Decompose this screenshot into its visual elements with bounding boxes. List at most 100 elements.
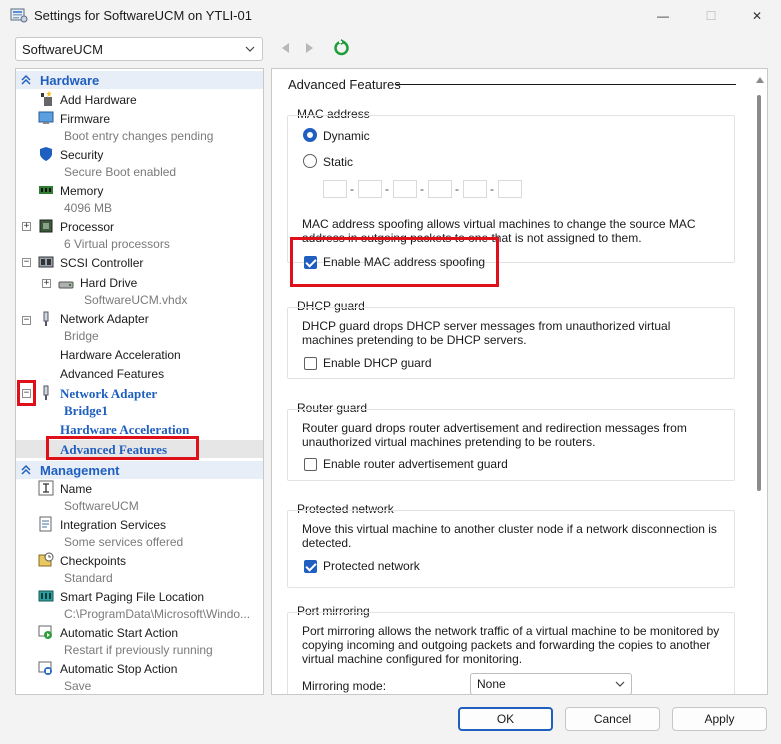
management-category[interactable]: Management [16,461,263,479]
processor-icon [39,219,53,233]
dynamic-radio-label: Dynamic [323,129,370,143]
sidebar-item-hardware-acceleration[interactable]: Hardware Acceleration [60,348,181,362]
network-adapter-2-icon [43,385,49,400]
memory-size: 4096 MB [64,201,113,215]
scsi-controller-icon [38,256,54,268]
sidebar-item-hard-drive[interactable]: Hard Drive [80,276,137,290]
mac-octet-1[interactable] [323,180,347,198]
sidebar-item-firmware[interactable]: Firmware [60,112,110,126]
settings-tree: Hardware Add Hardware Firmware Boot entr… [15,68,264,695]
sidebar-item-security[interactable]: Security [60,148,103,162]
security-status: Secure Boot enabled [64,165,177,179]
hard-drive-file: SoftwareUCM.vhdx [84,293,188,307]
protected-network-description: Move this virtual machine to another clu… [302,522,717,550]
ok-button[interactable]: OK [458,707,553,731]
mac-octet-2[interactable] [358,180,382,198]
dhcp-guard-description: DHCP guard drops DHCP server messages fr… [302,319,671,347]
sidebar-item-name[interactable]: Name [60,482,92,496]
protected-network-label: Protected network [323,559,420,573]
management-header: Management [40,463,120,478]
advanced-features-panel: Advanced Features MAC address Dynamic St… [271,68,768,695]
integration-services-status: Some services offered [64,535,184,549]
mac-octet-4[interactable] [428,180,452,198]
automatic-start-value: Restart if previously running [64,643,213,657]
protected-network-checkbox[interactable] [304,560,317,573]
sidebar-item-automatic-start[interactable]: Automatic Start Action [60,626,178,640]
smart-paging-path: C:\ProgramData\Microsoft\Windo... [64,607,251,621]
mirroring-mode-select[interactable]: None [470,673,632,694]
dynamic-radio[interactable] [303,128,317,142]
vm-selector-value: SoftwareUCM [22,42,103,57]
cancel-button[interactable]: Cancel [565,707,660,731]
minimize-button[interactable]: — [640,0,686,32]
scrollbar-thumb[interactable] [757,95,761,491]
maximize-button[interactable]: ☐ [688,0,734,32]
sidebar-item-integration-services[interactable]: Integration Services [60,518,166,532]
panel-scrollbar[interactable] [752,69,767,694]
sidebar-item-checkpoints[interactable]: Checkpoints [60,554,126,568]
close-button[interactable]: ✕ [734,0,780,32]
dhcp-guard-checkbox[interactable] [304,357,317,370]
mirroring-mode-label: Mirroring mode: [302,679,387,693]
annotation-highlight-advanced-features [46,436,199,460]
forward-arrow-icon[interactable] [302,41,316,55]
hard-drive-icon [58,281,74,289]
sidebar-item-scsi-controller[interactable]: SCSI Controller [60,256,143,270]
mirroring-mode-value: None [477,677,506,691]
mac-octet-6[interactable] [498,180,522,198]
automatic-stop-value: Save [64,679,92,693]
network-adapter-icon [43,311,49,326]
sidebar-item-advanced-features[interactable]: Advanced Features [60,367,164,381]
vm-name-value: SoftwareUCM [64,499,139,513]
memory-icon [39,186,53,194]
static-radio[interactable] [303,154,317,168]
processor-count: 6 Virtual processors [64,237,170,251]
apply-button[interactable]: Apply [672,707,767,731]
window-title: Settings for SoftwareUCM on YTLI-01 [34,8,252,23]
scsi-expander[interactable]: − [22,258,31,267]
hardware-category[interactable]: Hardware [16,71,263,89]
title-bar: Settings for SoftwareUCM on YTLI-01 — ☐ … [0,0,781,32]
name-icon [38,480,54,496]
mac-octet-5[interactable] [463,180,487,198]
collapse-caret-icon [21,464,31,475]
port-mirroring-description: Port mirroring allows the network traffi… [302,624,720,666]
integration-services-icon [39,516,52,532]
network-adapter-expander[interactable]: − [22,316,31,325]
sidebar-item-memory[interactable]: Memory [60,184,103,198]
dhcp-guard-label: Enable DHCP guard [323,356,432,370]
collapse-caret-icon [21,74,31,85]
smart-paging-icon [38,590,54,602]
automatic-stop-icon [38,661,52,675]
mac-octet-3[interactable] [393,180,417,198]
hardware-header: Hardware [40,73,100,88]
processor-expander[interactable]: + [22,222,31,231]
network-adapter-2-switch: Bridge1 [64,403,109,418]
vm-selector[interactable]: SoftwareUCM [15,37,263,61]
refresh-icon[interactable] [333,39,350,56]
hard-drive-expander[interactable]: + [42,279,51,288]
back-arrow-icon[interactable] [279,41,293,55]
router-guard-label: Enable router advertisement guard [323,457,508,471]
sidebar-item-processor[interactable]: Processor [60,220,114,234]
sidebar-item-smart-paging[interactable]: Smart Paging File Location [60,590,204,604]
sidebar-item-automatic-stop[interactable]: Automatic Stop Action [60,662,177,676]
scroll-up-arrow-icon[interactable] [756,77,764,83]
annotation-highlight-mac-spoofing [290,237,499,287]
chevron-down-icon [245,46,255,52]
title-divider [396,84,736,85]
annotation-highlight-expander [17,380,36,406]
sidebar-item-network-adapter[interactable]: Network Adapter [60,312,149,326]
hyperv-settings-icon [10,8,28,23]
sidebar-item-network-adapter-2[interactable]: Network Adapter [60,386,157,402]
shield-icon [40,147,52,161]
static-radio-label: Static [323,155,354,169]
panel-title: Advanced Features [288,77,401,92]
firmware-icon [38,111,54,124]
sidebar-item-add-hardware[interactable]: Add Hardware [60,93,137,107]
firmware-status: Boot entry changes pending [64,129,214,143]
router-guard-checkbox[interactable] [304,458,317,471]
automatic-start-icon [38,625,52,639]
router-guard-description: Router guard drops router advertisement … [302,421,687,449]
checkpoints-icon [38,552,54,567]
